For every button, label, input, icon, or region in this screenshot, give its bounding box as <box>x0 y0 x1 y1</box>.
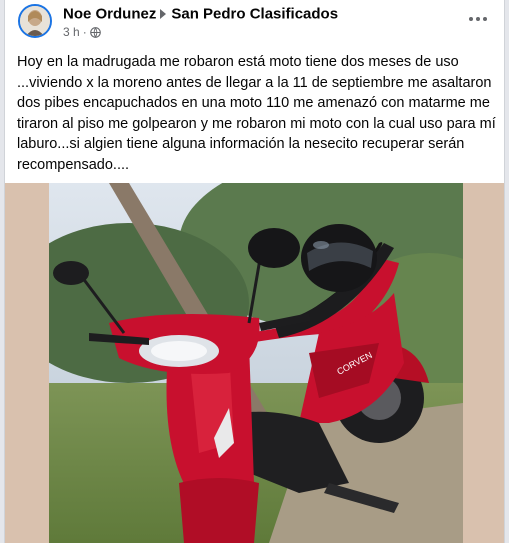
group-name[interactable]: San Pedro Clasificados <box>171 6 338 23</box>
post-text: Hoy en la madrugada me robaron está moto… <box>17 54 496 173</box>
author-name[interactable]: Noe Ordunez <box>63 6 156 23</box>
author-group-line: Noe Ordunez San Pedro Clasificados <box>63 5 338 23</box>
post-meta: 3 h · <box>63 25 101 39</box>
globe-icon <box>89 27 101 39</box>
caret-right-icon <box>160 9 167 20</box>
post-header: Noe Ordunez San Pedro Clasificados 3 h · <box>5 0 504 44</box>
motorcycle-photo-illustration: CORVEN <box>49 183 463 543</box>
post-photo-container[interactable]: CORVEN <box>5 183 504 543</box>
post-card: Noe Ordunez San Pedro Clasificados 3 h · H… <box>4 0 505 543</box>
post-time[interactable]: 3 h <box>63 25 80 39</box>
author-avatar[interactable] <box>18 4 52 38</box>
meta-separator: · <box>82 25 87 39</box>
more-options-icon[interactable] <box>466 12 490 26</box>
motorcycle-photo[interactable]: CORVEN <box>49 183 463 543</box>
